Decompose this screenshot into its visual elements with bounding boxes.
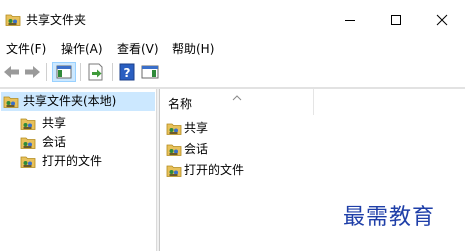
back-arrow-icon — [4, 66, 19, 78]
list-item-shares[interactable]: 共享 — [166, 120, 306, 138]
menu-file[interactable]: 文件(F) — [6, 40, 46, 58]
shared-folder-icon — [166, 142, 182, 160]
help-icon: ? — [119, 63, 135, 81]
window-title: 共享文件夹 — [26, 13, 87, 27]
menu-view[interactable]: 查看(V) — [117, 40, 159, 58]
close-button[interactable] — [419, 0, 465, 40]
list-item-open-files[interactable]: 打开的文件 — [166, 162, 306, 180]
forward-button[interactable] — [23, 62, 41, 82]
shared-folder-icon — [20, 154, 36, 172]
toolbar-separator — [46, 63, 47, 81]
help-button[interactable]: ? — [118, 62, 136, 82]
toolbar: ? — [0, 58, 465, 87]
shared-folder-icon — [166, 121, 182, 139]
show-action-pane-button[interactable] — [140, 62, 160, 82]
toolbar-separator — [80, 63, 81, 81]
tree-item-shares[interactable]: 共享 — [20, 115, 140, 133]
menu-help[interactable]: 帮助(H) — [172, 40, 214, 58]
tree-item-label: 打开的文件 — [42, 154, 103, 168]
tree-item-sessions[interactable]: 会话 — [20, 134, 140, 152]
shared-folder-icon — [20, 135, 36, 153]
list-item-sessions[interactable]: 会话 — [166, 141, 306, 159]
menu-bar: 文件(F) 操作(A) 查看(V) 帮助(H) — [0, 40, 465, 58]
menu-action[interactable]: 操作(A) — [61, 40, 103, 58]
tree-item-label: 共享文件夹(本地) — [23, 94, 117, 108]
forward-arrow-icon — [25, 66, 40, 78]
shared-folder-icon — [3, 94, 19, 112]
list-item-label: 共享 — [184, 121, 209, 135]
export-list-button[interactable] — [86, 62, 106, 82]
column-header-label: 名称 — [168, 97, 193, 111]
watermark: 最需教育 — [343, 205, 436, 230]
minimize-button[interactable] — [327, 0, 373, 40]
tree-item-shared-folders-local[interactable]: 共享文件夹(本地) — [1, 92, 155, 111]
show-action-pane-icon — [141, 65, 159, 79]
export-list-icon — [88, 63, 103, 81]
shared-folder-icon — [5, 12, 21, 27]
close-icon — [436, 14, 448, 26]
title-bar: 共享文件夹 — [0, 0, 465, 40]
maximize-icon — [391, 15, 401, 25]
shared-folder-icon — [20, 116, 36, 134]
list-item-label: 会话 — [184, 142, 209, 156]
tree-item-open-files[interactable]: 打开的文件 — [20, 153, 140, 171]
back-button[interactable] — [3, 62, 21, 82]
show-hide-tree-icon — [52, 62, 76, 82]
console-tree: 共享文件夹(本地) 共享 会话 打开的文件 — [0, 89, 156, 251]
toolbar-separator — [112, 63, 113, 81]
column-header-name[interactable]: 名称 — [160, 89, 314, 115]
maximize-button[interactable] — [373, 0, 419, 40]
show-hide-tree-button[interactable] — [52, 62, 76, 82]
svg-text:?: ? — [124, 66, 131, 80]
sort-ascending-icon — [232, 90, 242, 104]
shared-folder-icon — [166, 163, 182, 181]
minimize-icon — [345, 20, 355, 21]
tree-item-label: 共享 — [42, 116, 67, 130]
list-item-label: 打开的文件 — [184, 163, 245, 177]
tree-item-label: 会话 — [42, 135, 67, 149]
